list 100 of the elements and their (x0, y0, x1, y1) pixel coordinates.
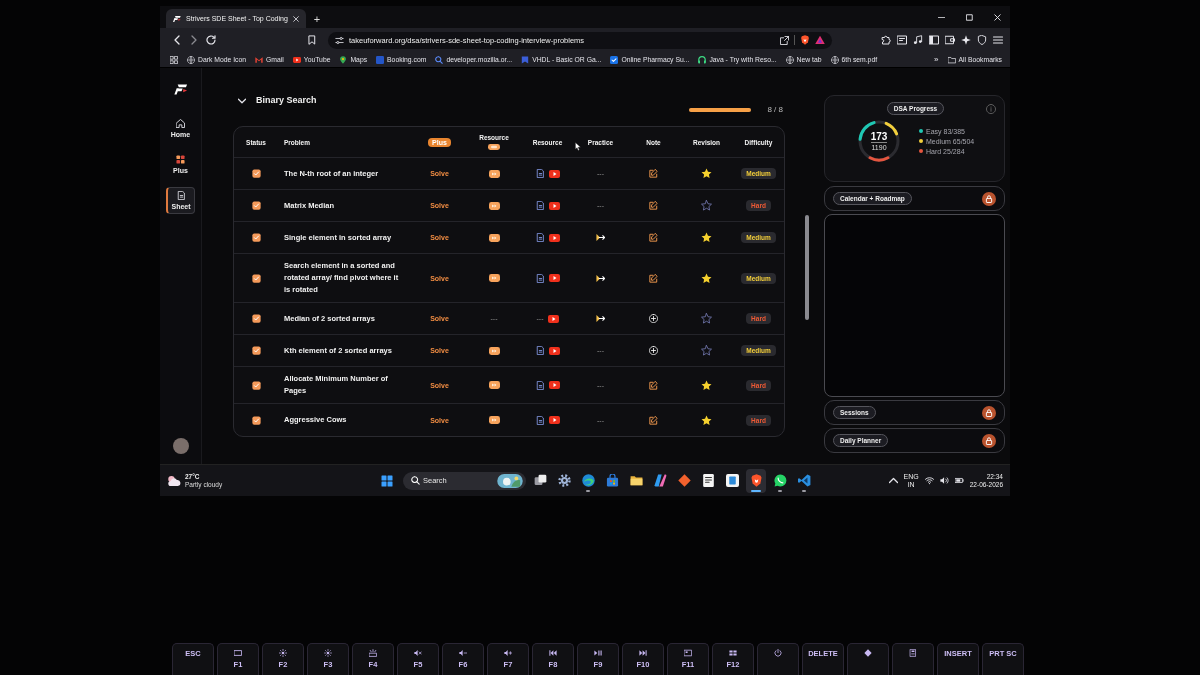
sidebar-icon[interactable] (929, 35, 939, 45)
play-icon[interactable] (548, 274, 560, 282)
four-squares-icon[interactable] (381, 474, 393, 487)
triangle-icon[interactable] (815, 35, 825, 45)
lock-icon[interactable] (982, 191, 996, 206)
star-icon[interactable] (701, 313, 712, 324)
window-icon[interactable] (897, 35, 907, 45)
diamond-icon (677, 474, 691, 487)
solved-count: 173 (870, 130, 888, 142)
play-icon[interactable] (548, 233, 560, 242)
shield-icon (749, 474, 763, 487)
play-badge-icon[interactable] (488, 274, 500, 282)
star-icon[interactable] (701, 272, 712, 284)
article-icon[interactable] (535, 169, 545, 178)
article-icon[interactable] (535, 346, 545, 355)
chevron-up-icon[interactable] (888, 476, 898, 485)
edit-icon[interactable] (649, 415, 658, 425)
lock-icon[interactable] (982, 433, 996, 448)
edit-icon[interactable] (649, 273, 658, 283)
info-icon[interactable] (986, 103, 996, 114)
chat-bubble-icon (773, 474, 787, 487)
article-icon[interactable] (535, 201, 545, 210)
tune-icon[interactable] (335, 35, 344, 45)
ribbon-icon (797, 474, 811, 487)
arrow-icon[interactable] (596, 233, 605, 242)
close-icon[interactable] (994, 13, 1001, 21)
play-icon[interactable] (548, 169, 560, 178)
gear-icon (557, 474, 571, 487)
play-icon[interactable] (548, 416, 560, 424)
battery-icon[interactable] (954, 476, 964, 485)
bookmark-icon[interactable] (307, 35, 317, 45)
arrow-icon[interactable] (596, 273, 605, 283)
next-track-icon (639, 649, 647, 657)
forward-icon[interactable] (189, 35, 199, 45)
sun-icon (324, 649, 332, 657)
star-icon[interactable] (701, 168, 712, 179)
status-checkbox[interactable] (251, 380, 261, 390)
share-icon[interactable] (780, 35, 789, 45)
maximize-icon[interactable] (966, 13, 973, 21)
taskbar-button[interactable] (746, 468, 766, 493)
status-checkbox[interactable] (251, 169, 261, 178)
edit-icon[interactable] (649, 233, 658, 242)
scrollbar-thumb[interactable] (805, 215, 809, 320)
play-pause-icon (594, 649, 602, 657)
play-badge-icon[interactable] (488, 346, 500, 355)
play-icon[interactable] (548, 346, 560, 355)
status-checkbox[interactable] (251, 415, 261, 425)
edit-icon[interactable] (649, 201, 658, 210)
status-checkbox[interactable] (251, 273, 261, 283)
more-bookmarks-button[interactable]: » (934, 55, 939, 64)
logo-icon[interactable] (173, 84, 188, 95)
home-icon (176, 119, 185, 128)
back-icon[interactable] (172, 35, 182, 45)
play-badge-icon[interactable] (488, 169, 500, 178)
play-icon[interactable] (547, 314, 559, 323)
star-icon[interactable] (701, 345, 712, 356)
shield-icon[interactable] (800, 35, 810, 45)
speaker-icon[interactable] (939, 476, 949, 485)
star-icon[interactable] (701, 200, 712, 211)
play-icon[interactable] (548, 381, 560, 389)
play-badge-icon[interactable] (488, 416, 500, 424)
logo-icon (173, 14, 181, 23)
status-checkbox[interactable] (251, 314, 261, 323)
edit-icon[interactable] (649, 380, 658, 390)
power-icon (774, 649, 782, 657)
wifi-icon[interactable] (924, 476, 934, 485)
slanted-bars-icon (653, 474, 667, 487)
star-icon[interactable] (701, 232, 712, 243)
speaker-mute-icon (414, 649, 422, 657)
status-checkbox[interactable] (251, 346, 261, 355)
apps-grid-icon[interactable] (170, 55, 178, 64)
chevron-down-icon[interactable] (238, 98, 246, 104)
menu-icon[interactable] (993, 35, 1003, 45)
star-icon[interactable] (701, 379, 712, 391)
article-icon[interactable] (535, 233, 545, 242)
play-badge-icon[interactable] (488, 381, 500, 389)
star-icon[interactable] (701, 414, 712, 426)
status-checkbox[interactable] (251, 201, 261, 210)
edit-icon[interactable] (649, 169, 658, 178)
document-icon (701, 474, 715, 487)
status-checkbox[interactable] (251, 233, 261, 242)
wallet-icon[interactable] (945, 35, 955, 45)
sparkle-icon[interactable] (961, 35, 971, 45)
cloud-sun-icon[interactable] (167, 474, 181, 487)
close-icon[interactable] (292, 15, 299, 22)
shield-icon[interactable] (977, 35, 987, 45)
article-icon[interactable] (535, 415, 545, 425)
article-icon[interactable] (535, 380, 545, 390)
puzzle-icon[interactable] (881, 35, 891, 45)
volume-down-icon (459, 649, 467, 657)
lock-icon[interactable] (982, 405, 996, 420)
play-icon[interactable] (548, 201, 560, 210)
play-badge-icon[interactable] (488, 201, 500, 210)
play-badge-icon[interactable] (488, 233, 500, 242)
new-tab-button[interactable]: + (313, 13, 321, 25)
article-icon[interactable] (535, 273, 545, 283)
arrow-icon[interactable] (596, 314, 605, 323)
avatar[interactable] (172, 438, 189, 454)
reload-icon[interactable] (206, 35, 216, 45)
music-note-icon[interactable] (913, 35, 923, 45)
